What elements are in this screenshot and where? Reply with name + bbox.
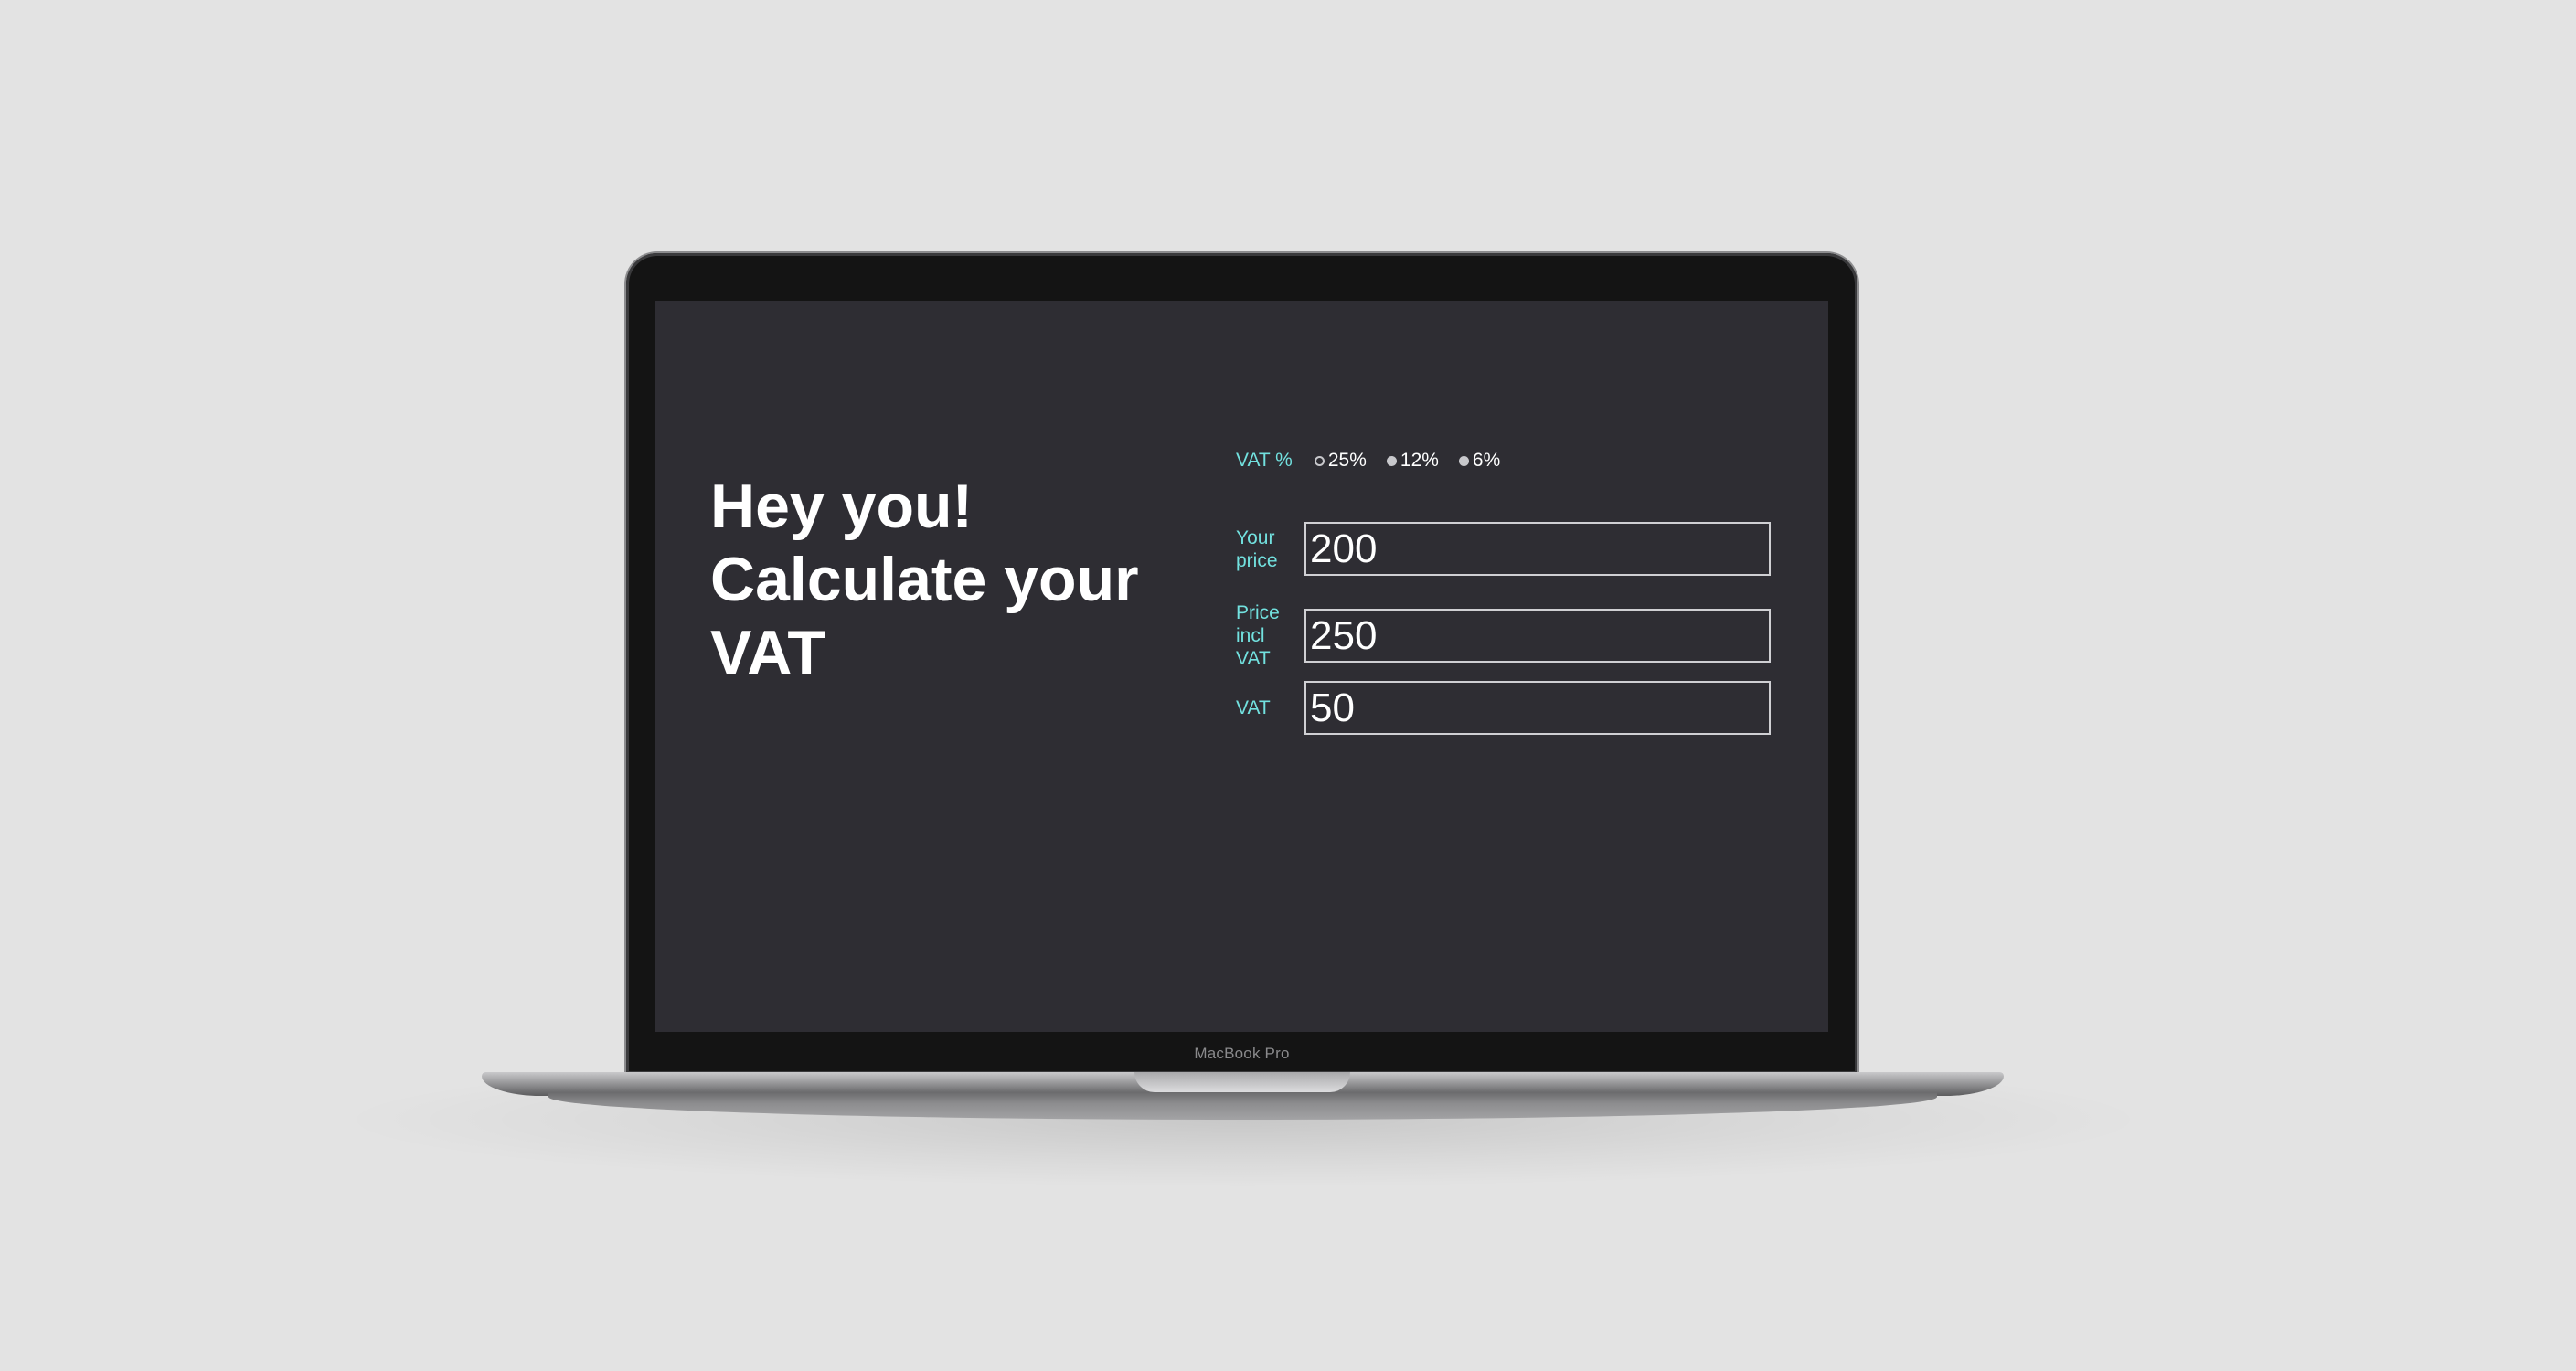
laptop-lid: Hey you! Calculate your VAT VAT % 25% 12… bbox=[626, 253, 1857, 1074]
vat-rate-selector: VAT % 25% 12% 6% bbox=[1236, 447, 1520, 474]
your-price-row: Your price bbox=[1236, 522, 1771, 576]
macbook-model-label: MacBook Pro bbox=[1194, 1045, 1290, 1062]
vat-option-label: 25% bbox=[1327, 450, 1367, 471]
vat-amount-input[interactable] bbox=[1304, 681, 1771, 735]
radio-icon[interactable] bbox=[1458, 455, 1469, 466]
vat-amount-label: VAT bbox=[1236, 697, 1271, 718]
vat-option-6[interactable]: 6% bbox=[1458, 450, 1501, 472]
your-price-input[interactable] bbox=[1304, 522, 1771, 576]
radio-icon[interactable] bbox=[1386, 455, 1397, 466]
your-price-label: Your price bbox=[1236, 526, 1278, 571]
price-incl-vat-row: Price incl VAT bbox=[1236, 601, 1771, 670]
laptop-screen: Hey you! Calculate your VAT VAT % 25% 12… bbox=[655, 301, 1828, 1032]
price-incl-vat-input[interactable] bbox=[1304, 609, 1771, 663]
vat-option-25[interactable]: 25% bbox=[1314, 450, 1367, 472]
laptop-open-notch bbox=[1134, 1072, 1350, 1092]
vat-row: VAT bbox=[1236, 681, 1771, 735]
price-incl-vat-label: Price incl VAT bbox=[1236, 602, 1280, 669]
vat-option-label: 12% bbox=[1400, 450, 1439, 471]
radio-selected-icon[interactable] bbox=[1314, 455, 1325, 466]
page-headline: Hey you! Calculate your VAT bbox=[710, 472, 1139, 687]
vat-option-label: 6% bbox=[1472, 450, 1501, 471]
vat-option-12[interactable]: 12% bbox=[1386, 450, 1439, 472]
vat-rate-label: VAT % bbox=[1236, 450, 1293, 471]
